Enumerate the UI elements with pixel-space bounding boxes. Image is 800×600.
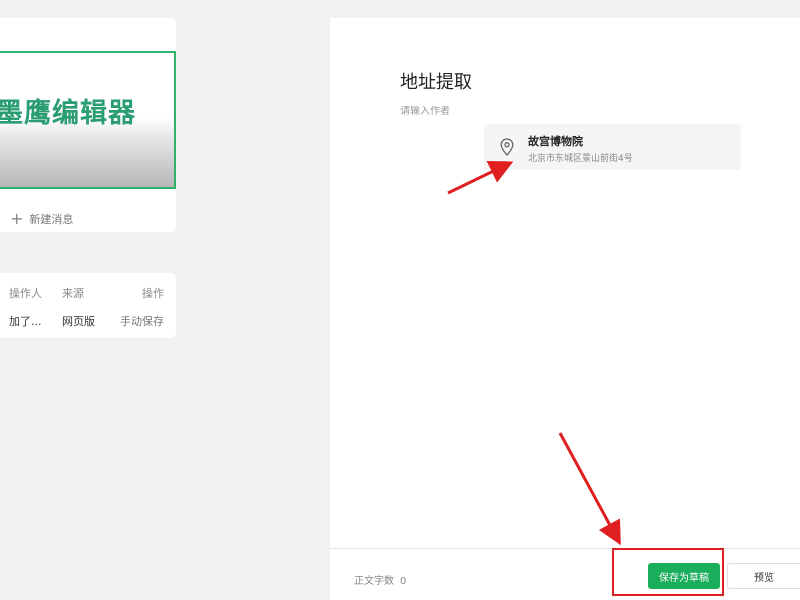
- cover-title: 墨鹰编辑器: [0, 98, 136, 129]
- preview-button[interactable]: 预览: [727, 563, 800, 589]
- location-name: 故宫博物院: [528, 135, 583, 148]
- header-operator: 操作人: [9, 287, 42, 300]
- word-count-value: 0: [400, 576, 407, 587]
- new-message-label: 新建消息: [29, 213, 74, 226]
- cover-card: 墨鹰编辑器 + 新建消息: [0, 18, 176, 232]
- cell-action: 手动保存: [120, 315, 164, 328]
- location-card[interactable]: 故宫博物院 北京市东城区景山前街4号: [484, 124, 741, 170]
- table-row[interactable]: 加了... 网页版 手动保存: [0, 313, 176, 331]
- plus-icon: +: [10, 209, 24, 228]
- new-message-button[interactable]: + 新建消息: [10, 211, 73, 227]
- history-header-row: 操作人 来源 操作: [0, 285, 176, 303]
- location-address: 北京市东城区景山前街4号: [528, 154, 633, 164]
- editor-panel: 地址提取 故宫博物院 北京市东城区景山前街4号 正文字数 0 保存为草稿 预览: [330, 18, 800, 600]
- author-input[interactable]: [400, 106, 600, 117]
- header-action: 操作: [142, 287, 164, 300]
- location-pin-icon: [500, 138, 514, 156]
- word-count-label: 正文字数: [354, 576, 394, 587]
- editor-footer: 正文字数 0 保存为草稿 预览: [330, 548, 800, 600]
- cover-image[interactable]: 墨鹰编辑器: [0, 51, 176, 189]
- cell-source: 网页版: [62, 315, 95, 328]
- history-card: 操作人 来源 操作 加了... 网页版 手动保存: [0, 273, 176, 338]
- header-source: 来源: [62, 287, 84, 300]
- save-draft-button[interactable]: 保存为草稿: [648, 563, 720, 589]
- word-count: 正文字数 0: [354, 572, 406, 587]
- article-title[interactable]: 地址提取: [400, 68, 472, 94]
- cell-operator: 加了...: [9, 315, 42, 328]
